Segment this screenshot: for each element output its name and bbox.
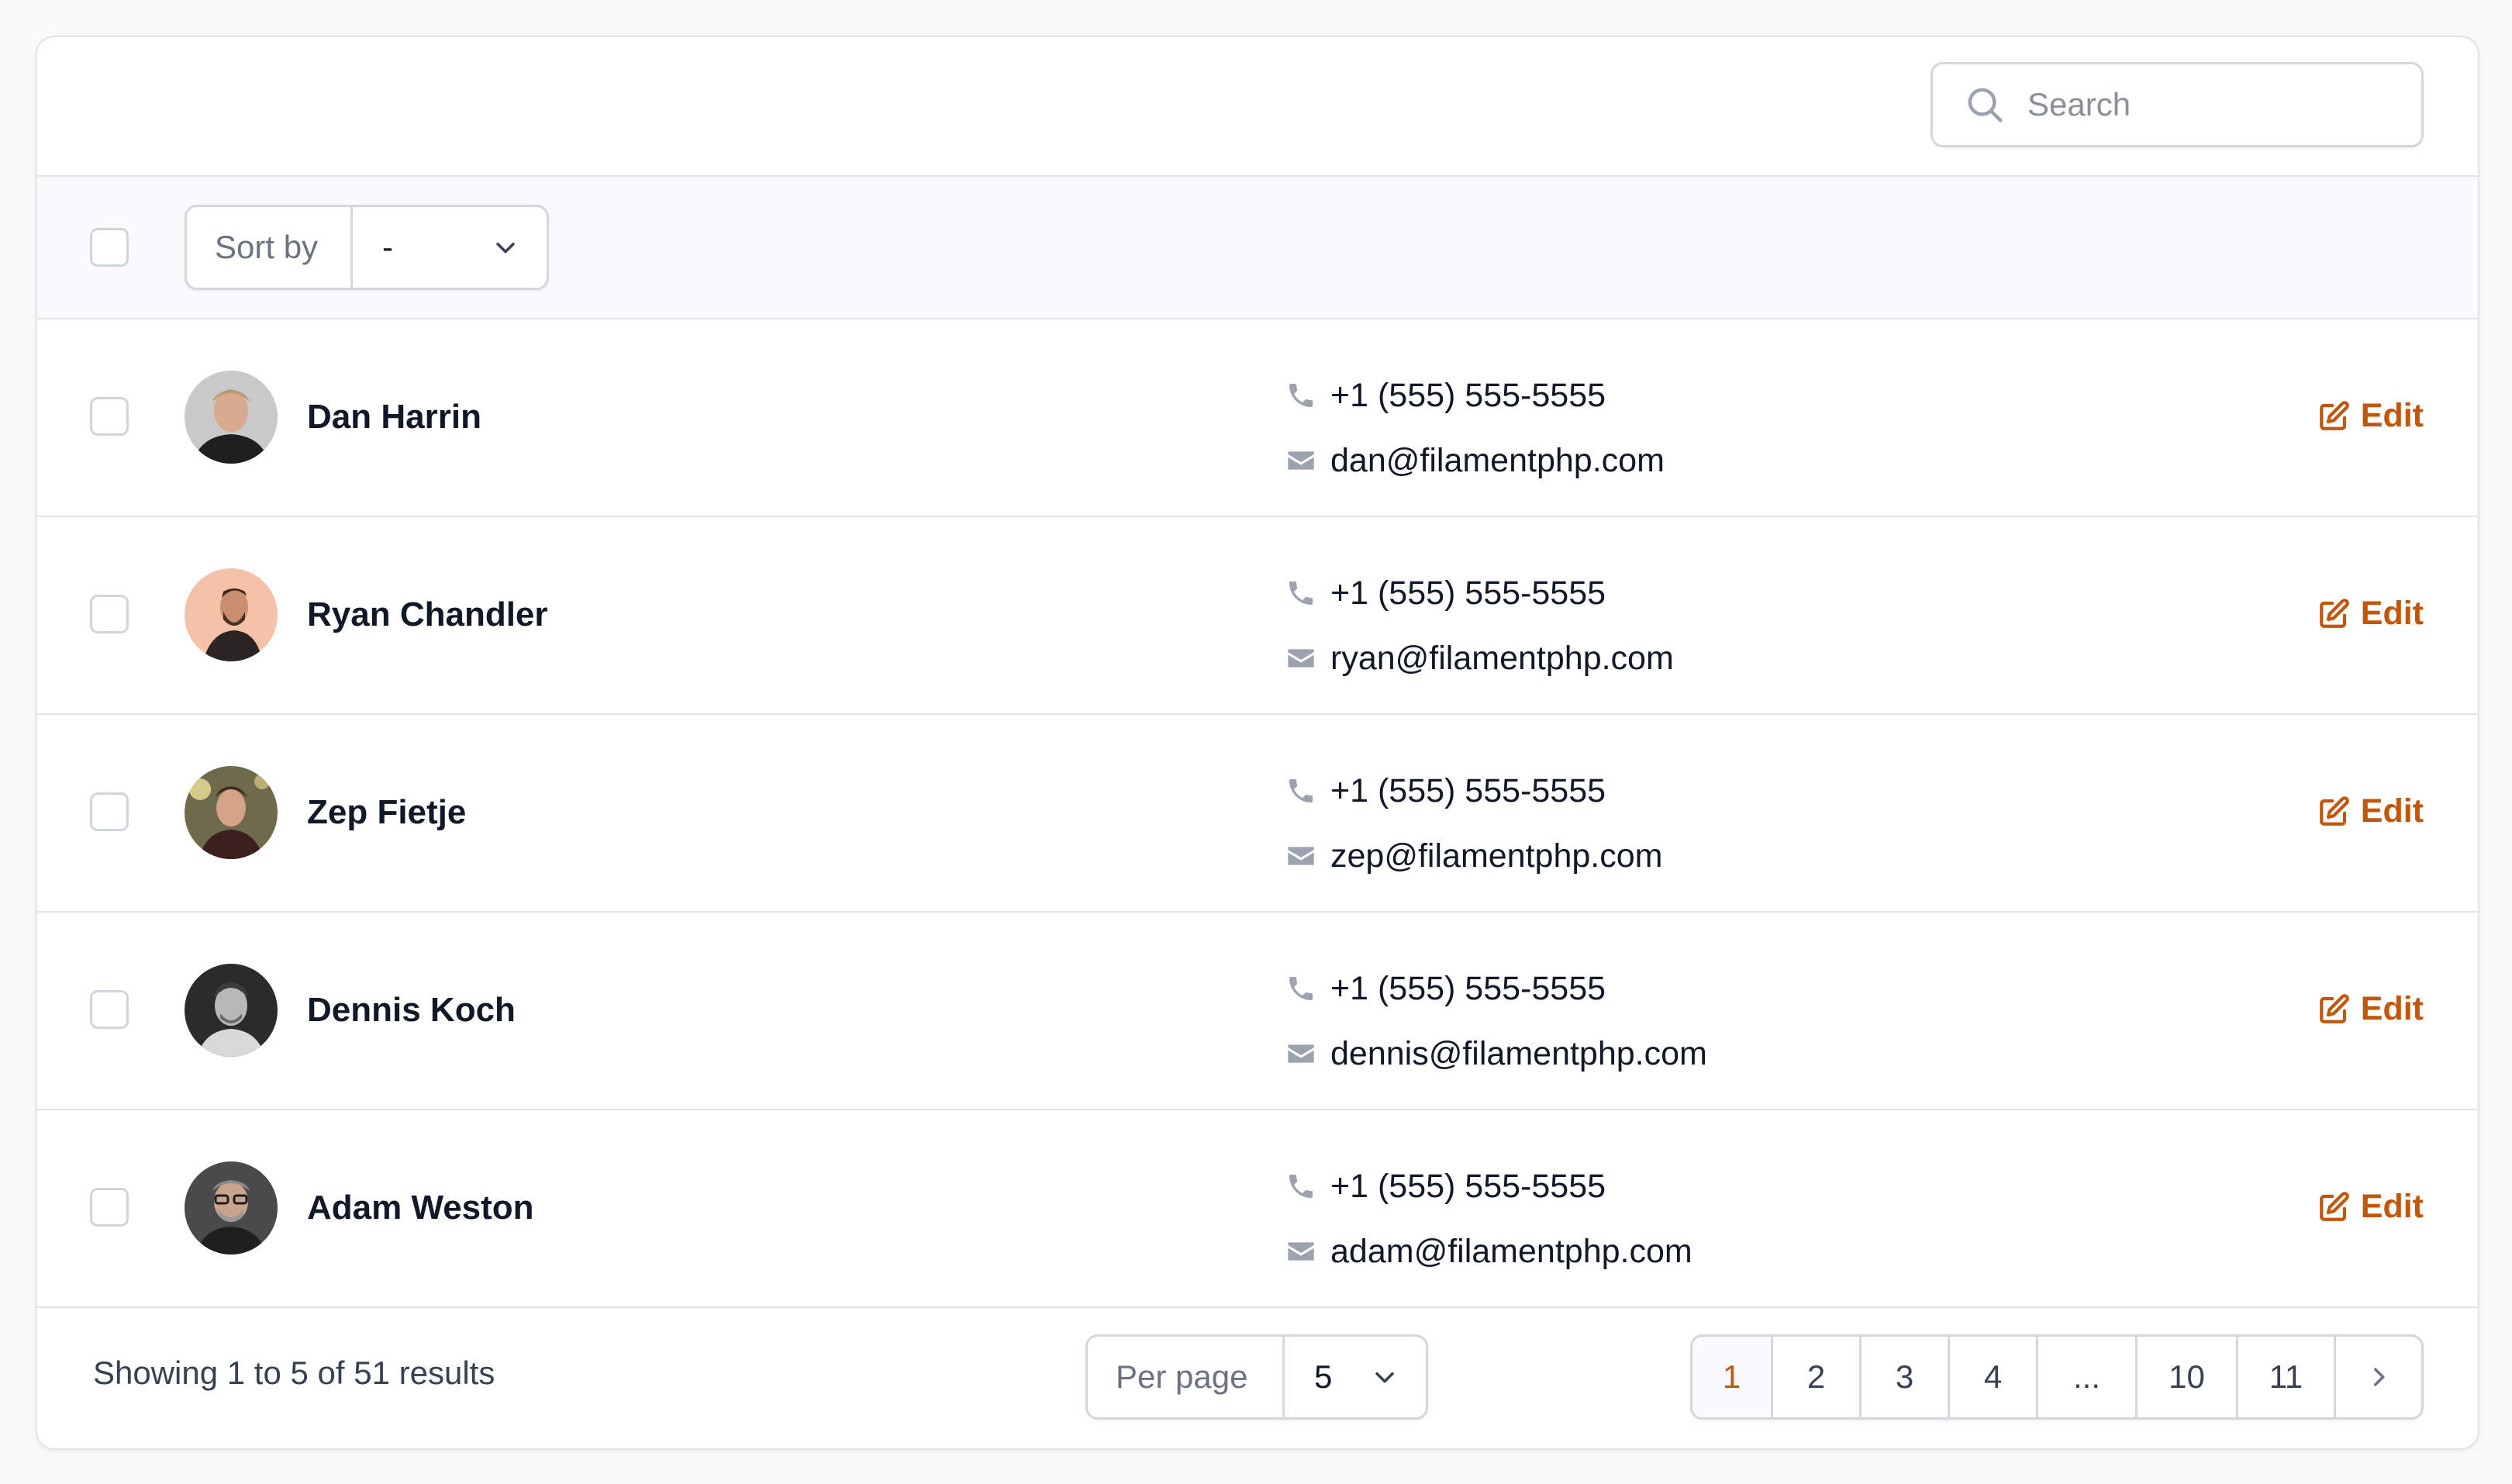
avatar xyxy=(185,568,278,661)
edit-button[interactable]: Edit xyxy=(2317,595,2424,633)
phone-icon xyxy=(1289,582,1313,605)
contact-name: Dennis Koch xyxy=(307,991,516,1029)
page-ellipsis: ... xyxy=(2038,1337,2138,1417)
table-row: Zep Fietje +1 (555) 555-5555 zep@filamen… xyxy=(37,715,2478,913)
contact-info: +1 (555) 555-5555 zep@filamentphp.com xyxy=(1285,758,1662,889)
envelope-icon xyxy=(1288,451,1314,470)
contact-email: ryan@filamentphp.com xyxy=(1330,639,1674,677)
table-row: Adam Weston +1 (555) 555-5555 adam@filam… xyxy=(37,1110,2478,1308)
table-header-bar xyxy=(37,37,2478,177)
contact-phone: +1 (555) 555-5555 xyxy=(1330,574,1606,612)
contact-email: dan@filamentphp.com xyxy=(1330,441,1665,479)
row-checkbox[interactable] xyxy=(90,792,129,831)
search-field[interactable] xyxy=(1931,62,2424,147)
contact-email: dennis@filamentphp.com xyxy=(1330,1034,1707,1072)
select-all-checkbox[interactable] xyxy=(90,228,129,267)
page-button[interactable]: 11 xyxy=(2238,1337,2336,1417)
edit-label: Edit xyxy=(2360,792,2424,830)
contact-name: Zep Fietje xyxy=(307,793,467,831)
chevron-down-icon xyxy=(1375,1372,1394,1383)
avatar xyxy=(185,964,278,1057)
phone-icon xyxy=(1289,779,1313,802)
table-footer: Showing 1 to 5 of 51 results Per page 5 … xyxy=(37,1308,2478,1443)
sort-label: Sort by xyxy=(187,207,353,288)
table-row: Dennis Koch +1 (555) 555-5555 dennis@fil… xyxy=(37,913,2478,1110)
contact-info: +1 (555) 555-5555 dennis@filamentphp.com xyxy=(1285,956,1707,1086)
row-checkbox[interactable] xyxy=(90,397,129,436)
envelope-icon xyxy=(1288,649,1314,668)
page-button[interactable]: 2 xyxy=(1773,1337,1862,1417)
contact-email: adam@filamentphp.com xyxy=(1330,1232,1692,1270)
pencil-square-icon xyxy=(2319,400,2349,430)
contact-phone: +1 (555) 555-5555 xyxy=(1330,969,1606,1007)
contact-info: +1 (555) 555-5555 ryan@filamentphp.com xyxy=(1285,561,1674,691)
row-checkbox[interactable] xyxy=(90,595,129,633)
envelope-icon xyxy=(1288,1044,1314,1063)
contact-name: Dan Harrin xyxy=(307,398,481,436)
edit-label: Edit xyxy=(2360,1188,2424,1225)
avatar xyxy=(185,371,278,464)
pencil-square-icon xyxy=(2319,598,2349,628)
per-page-label: Per page xyxy=(1088,1337,1285,1417)
avatar xyxy=(185,766,278,859)
page-button[interactable]: 1 xyxy=(1692,1337,1773,1417)
per-page-select[interactable]: Per page 5 xyxy=(1085,1334,1428,1420)
edit-button[interactable]: Edit xyxy=(2317,1188,2424,1226)
contact-phone: +1 (555) 555-5555 xyxy=(1330,1167,1606,1205)
phone-icon xyxy=(1289,1175,1313,1198)
contact-name: Ryan Chandler xyxy=(307,595,548,633)
pencil-square-icon xyxy=(2319,993,2349,1023)
chevron-down-icon xyxy=(496,242,515,254)
edit-label: Edit xyxy=(2360,397,2424,434)
table-row: Ryan Chandler +1 (555) 555-5555 ryan@fil… xyxy=(37,517,2478,715)
search-input[interactable] xyxy=(2026,85,2401,124)
phone-icon xyxy=(1289,384,1313,407)
table-toolbar: Sort by - xyxy=(37,177,2478,319)
page-button[interactable]: 3 xyxy=(1862,1337,1950,1417)
avatar xyxy=(185,1161,278,1254)
pencil-square-icon xyxy=(2319,795,2349,826)
table-row: Dan Harrin +1 (555) 555-5555 dan@filamen… xyxy=(37,319,2478,517)
contact-info: +1 (555) 555-5555 dan@filamentphp.com xyxy=(1285,363,1665,493)
pagination: 1 2 3 4 ... 10 11 xyxy=(1690,1334,2424,1420)
edit-button[interactable]: Edit xyxy=(2317,792,2424,830)
envelope-icon xyxy=(1288,1242,1314,1261)
envelope-icon xyxy=(1288,847,1314,865)
contact-phone: +1 (555) 555-5555 xyxy=(1330,376,1606,414)
row-checkbox[interactable] xyxy=(90,1188,129,1227)
contact-info: +1 (555) 555-5555 adam@filamentphp.com xyxy=(1285,1154,1692,1284)
phone-icon xyxy=(1289,977,1313,1000)
edit-button[interactable]: Edit xyxy=(2317,990,2424,1028)
pencil-square-icon xyxy=(2319,1191,2349,1221)
chevron-right-icon xyxy=(2373,1368,2385,1386)
next-page-button[interactable] xyxy=(2336,1337,2421,1417)
edit-label: Edit xyxy=(2360,990,2424,1027)
results-summary: Showing 1 to 5 of 51 results xyxy=(93,1355,495,1391)
edit-button[interactable]: Edit xyxy=(2317,397,2424,435)
per-page-value: 5 xyxy=(1314,1358,1333,1395)
contacts-table: Sort by - Dan Harrin +1 (555) 555-5555 d… xyxy=(36,36,2479,1450)
page-button[interactable]: 10 xyxy=(2138,1337,2238,1417)
page-button[interactable]: 4 xyxy=(1950,1337,2038,1417)
sort-select[interactable]: Sort by - xyxy=(185,205,549,290)
contact-phone: +1 (555) 555-5555 xyxy=(1330,771,1606,809)
contact-name: Adam Weston xyxy=(307,1189,534,1227)
row-checkbox[interactable] xyxy=(90,990,129,1029)
edit-label: Edit xyxy=(2360,595,2424,632)
search-icon xyxy=(1968,88,2003,123)
contact-email: zep@filamentphp.com xyxy=(1330,837,1663,875)
sort-value: - xyxy=(382,229,393,265)
